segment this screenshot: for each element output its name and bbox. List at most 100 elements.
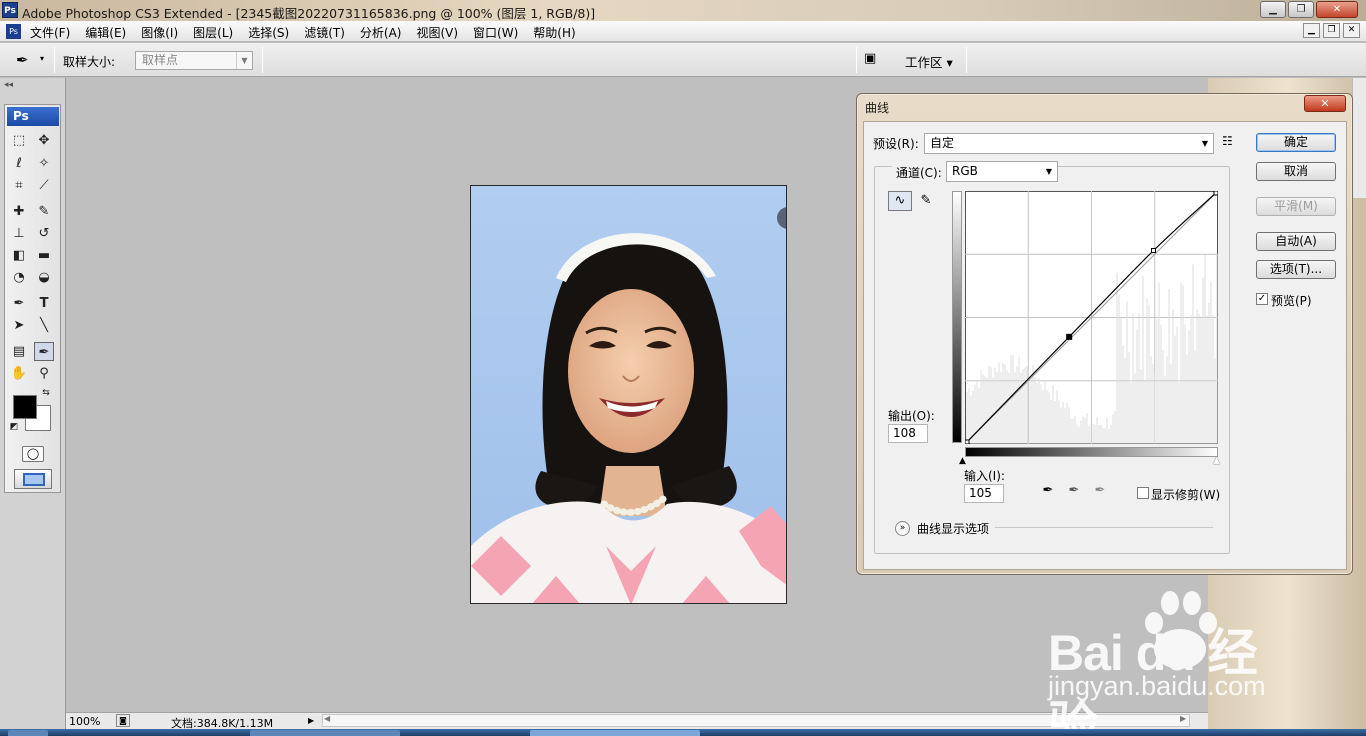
expand-options-icon[interactable]: » — [895, 521, 910, 536]
document-icon[interactable]: Ps — [6, 24, 21, 39]
chevron-down-icon: ▼ — [1045, 167, 1052, 176]
show-clipping-checkbox[interactable] — [1137, 487, 1149, 499]
menu-help[interactable]: 帮助(H) — [533, 24, 575, 41]
tool-preset-caret-icon[interactable]: ▾ — [40, 54, 44, 63]
slice-tool-icon[interactable]: ⟋ — [34, 176, 54, 195]
pencil-tool-icon[interactable]: ✎ — [916, 191, 936, 211]
cancel-button[interactable]: 取消 — [1256, 162, 1336, 181]
ok-button[interactable]: 确定 — [1256, 133, 1336, 152]
notes-tool-icon[interactable]: ▤ — [9, 342, 29, 361]
doc-minimize-button[interactable]: ▁ — [1303, 23, 1320, 38]
scroll-left-icon[interactable]: ◀ — [324, 714, 330, 723]
channel-label: 通道(C): — [892, 164, 946, 181]
swap-colors-icon[interactable]: ⇆ — [39, 387, 53, 399]
document-image[interactable] — [470, 185, 787, 604]
foreground-color-swatch[interactable] — [13, 395, 37, 419]
menu-view[interactable]: 视图(V) — [416, 24, 458, 41]
options-bar: ✒ ▾ 取样大小: 取样点 ▼ ▣ 工作区 ▾ — [0, 43, 1366, 77]
type-tool-icon[interactable]: T — [34, 294, 54, 313]
menu-filter[interactable]: 滤镜(T) — [304, 24, 345, 41]
preset-select[interactable]: 自定 ▼ — [924, 133, 1214, 154]
horizontal-scrollbar[interactable] — [322, 714, 1190, 727]
divider — [856, 47, 857, 73]
curves-graph[interactable] — [965, 191, 1218, 444]
auto-button[interactable]: 自动(A) — [1256, 232, 1336, 251]
smooth-button[interactable]: 平滑(M) — [1256, 197, 1336, 216]
vertical-scrollbar[interactable] — [1352, 78, 1366, 198]
screen-mode-button[interactable] — [14, 469, 52, 489]
curve-control-point[interactable] — [1213, 191, 1218, 196]
input-field[interactable]: 105 — [964, 484, 1004, 503]
preview-checkbox[interactable]: ✓ — [1256, 293, 1268, 305]
lasso-tool-icon[interactable]: ℓ — [9, 154, 29, 173]
dialog-close-button[interactable]: ✕ — [1304, 95, 1346, 112]
healing-brush-tool-icon[interactable]: ✚ — [9, 202, 29, 221]
minimize-button[interactable]: ▁ — [1260, 1, 1286, 18]
curve-icon: ∿ — [894, 193, 906, 208]
line-tool-icon[interactable]: ╲ — [34, 316, 54, 335]
maximize-button[interactable]: ❐ — [1288, 1, 1314, 18]
quick-mask-button[interactable]: ◯ — [22, 446, 44, 462]
screen-mode-icon — [23, 473, 45, 486]
portrait-photo — [471, 186, 786, 603]
bridge-icon[interactable]: ▣ — [864, 51, 886, 69]
zoom-tool-icon[interactable]: ⚲ — [34, 364, 54, 383]
taskbar-item[interactable] — [530, 730, 700, 736]
minimize-icon: ▁ — [1269, 4, 1277, 15]
output-field[interactable]: 108 — [888, 424, 928, 443]
doc-restore-button[interactable]: ❐ — [1323, 23, 1340, 38]
move-tool-icon[interactable]: ✥ — [34, 131, 54, 150]
dialog-title: 曲线 — [865, 101, 890, 115]
collapse-arrows-icon[interactable]: ◂◂ — [4, 80, 13, 90]
menu-layer[interactable]: 图层(L) — [193, 24, 233, 41]
eyedropper-tool-icon[interactable]: ✒ — [34, 342, 54, 361]
preset-options-icon[interactable]: ☷ — [1222, 134, 1233, 148]
black-eyedropper-icon[interactable]: ✒ — [1040, 483, 1056, 499]
curve-edit-tool[interactable]: ∿ — [888, 191, 912, 211]
divider — [966, 47, 967, 73]
magic-wand-tool-icon[interactable]: ✧ — [34, 154, 54, 173]
workspace-menu[interactable]: 工作区 ▾ — [905, 52, 953, 71]
output-label: 输出(O): — [888, 409, 935, 423]
hand-tool-icon[interactable]: ✋ — [9, 364, 29, 383]
scroll-right-icon[interactable]: ▶ — [1180, 714, 1186, 723]
brush-tool-icon[interactable]: ✎ — [34, 202, 54, 221]
clone-stamp-tool-icon[interactable]: ⊥ — [9, 224, 29, 243]
options-button[interactable]: 选项(T)... — [1256, 260, 1336, 279]
black-point-slider-icon[interactable]: ▲ — [959, 456, 966, 466]
curve-control-point[interactable] — [1151, 248, 1157, 254]
default-colors-icon[interactable]: ◩ — [8, 421, 20, 433]
blur-tool-icon[interactable]: ◔ — [9, 268, 29, 287]
curve-control-point[interactable] — [1066, 333, 1073, 340]
divider — [262, 47, 263, 73]
marquee-tool-icon[interactable]: ⬚ — [9, 131, 29, 150]
menu-analysis[interactable]: 分析(A) — [360, 24, 402, 41]
gray-eyedropper-icon[interactable]: ✒ — [1066, 483, 1082, 499]
close-button[interactable]: ✕ — [1316, 1, 1358, 18]
menu-select[interactable]: 选择(S) — [248, 24, 289, 41]
taskbar-item[interactable] — [250, 730, 400, 736]
menu-file[interactable]: 文件(F) — [30, 24, 70, 41]
white-point-slider-icon[interactable]: ▲ — [1213, 456, 1220, 466]
status-menu-icon[interactable]: ◙ — [116, 714, 130, 727]
history-brush-tool-icon[interactable]: ↺ — [34, 224, 54, 243]
doc-close-button[interactable]: ✕ — [1343, 23, 1360, 38]
curve-control-point[interactable] — [965, 439, 970, 444]
eraser-tool-icon[interactable]: ◧ — [9, 246, 29, 265]
eyedropper-icon[interactable]: ✒ — [16, 51, 36, 69]
pen-tool-icon[interactable]: ✒ — [9, 294, 29, 313]
white-eyedropper-icon[interactable]: ✒ — [1092, 483, 1108, 499]
play-arrow-icon[interactable]: ▶ — [308, 714, 319, 727]
gradient-tool-icon[interactable]: ▬ — [34, 246, 54, 265]
dodge-tool-icon[interactable]: ◒ — [34, 268, 54, 287]
menu-image[interactable]: 图像(I) — [141, 24, 178, 41]
path-selection-tool-icon[interactable]: ➤ — [9, 316, 29, 335]
channel-select[interactable]: RGB ▼ — [946, 161, 1058, 182]
crop-tool-icon[interactable]: ⌗ — [9, 176, 29, 195]
sample-size-select[interactable]: 取样点 ▼ — [135, 51, 253, 70]
menu-edit[interactable]: 编辑(E) — [85, 24, 126, 41]
menu-window[interactable]: 窗口(W) — [473, 24, 518, 41]
zoom-level[interactable]: 100% — [69, 715, 100, 728]
close-icon: ✕ — [1332, 4, 1342, 15]
taskbar-item[interactable] — [8, 730, 48, 736]
